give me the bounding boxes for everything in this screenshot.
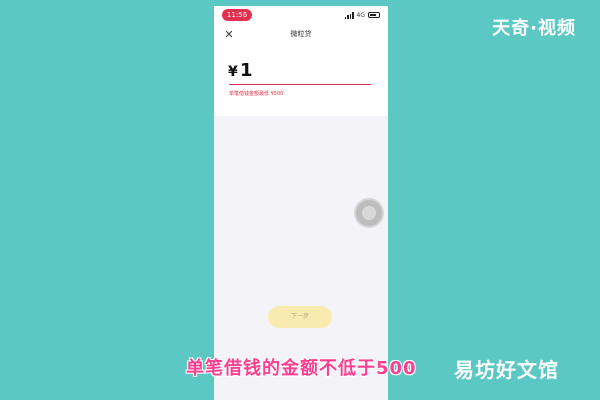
site-logo: 易坊好文馆: [454, 358, 559, 382]
currency-symbol: ¥: [228, 64, 238, 80]
status-time: 11:56: [222, 9, 252, 21]
min-amount-hint: 单笔借钱金额最低 ¥500: [229, 91, 284, 97]
phone-screen: 11:56 4G ✕ 微粒贷 ¥ 单笔借钱金额最低 ¥500 下一步: [214, 6, 388, 400]
video-caption: 单笔借钱的金额不低于500: [186, 358, 417, 379]
next-step-button[interactable]: 下一步: [268, 306, 332, 328]
input-underline: [229, 84, 371, 85]
amount-card: ¥ 单笔借钱金额最低 ¥500: [214, 48, 388, 116]
channel-watermark: 天奇·视频: [492, 18, 576, 39]
page-title: 微粒贷: [290, 30, 312, 38]
status-indicators: 4G: [344, 10, 380, 20]
battery-icon: [368, 12, 380, 18]
status-bar: 11:56 4G: [214, 6, 388, 24]
nav-bar: ✕ 微粒贷: [214, 24, 388, 48]
signal-icon: [344, 11, 354, 19]
amount-input[interactable]: [240, 60, 360, 80]
assistive-touch-button[interactable]: [356, 200, 382, 226]
network-type: 4G: [356, 11, 365, 19]
